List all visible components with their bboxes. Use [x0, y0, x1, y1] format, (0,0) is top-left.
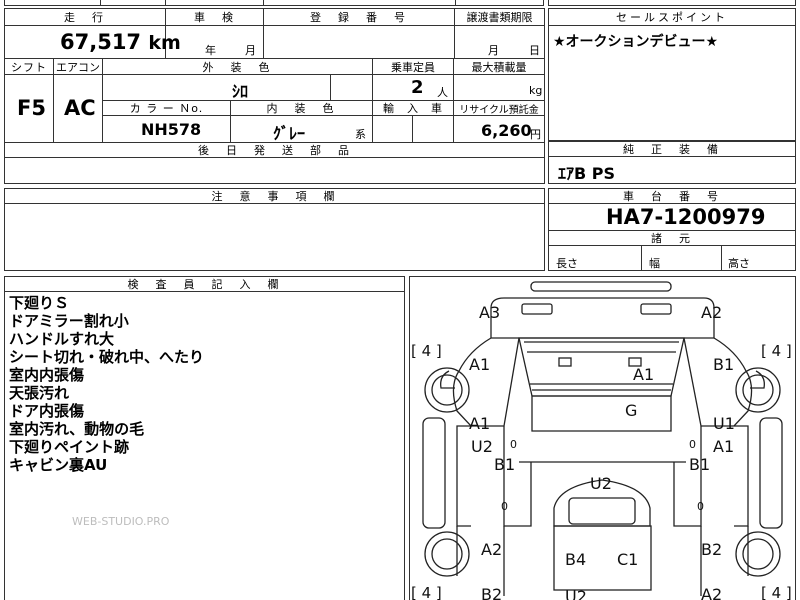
- damage-mark: U2: [471, 437, 493, 456]
- zero-mark: 0: [501, 500, 508, 513]
- inspection-month-unit: 月: [245, 44, 256, 57]
- damage-mark: U1: [713, 414, 735, 433]
- interior-suffix: 系: [355, 128, 366, 141]
- damage-mark: A1: [713, 437, 734, 456]
- inspector-notes-label: 検 査 員 記 入 欄: [5, 277, 404, 292]
- aircon-value: AC: [64, 96, 96, 120]
- exterior-color-label: 外 装 色: [103, 59, 372, 75]
- shift-label: シフト: [5, 59, 53, 75]
- mileage-label: 走 行: [5, 9, 165, 26]
- interior-color-value: ｸﾞﾚｰ: [273, 124, 306, 143]
- damage-mark: A1: [469, 414, 490, 433]
- transfer-month-unit: 月: [488, 44, 499, 57]
- mileage-unit: km: [148, 32, 181, 54]
- damage-mark: U2: [565, 587, 587, 600]
- damage-mark: A2: [701, 585, 722, 600]
- recycle-label: リサイクル預託金: [454, 101, 544, 116]
- sales-point-text: ★オークションデビュー★: [553, 34, 719, 50]
- import-label: 輸 入 車: [373, 101, 453, 116]
- inspector-note: ドア内張傷: [9, 402, 85, 420]
- tire-tread-right-front: [ 4 ]: [761, 342, 792, 360]
- damage-mark: A1: [633, 365, 654, 384]
- tire-tread-right-rear: [ 4 ]: [761, 584, 792, 600]
- max-load-unit: kg: [529, 84, 543, 97]
- zero-mark: 0: [510, 438, 517, 451]
- specs-label: 諸 元: [549, 231, 795, 246]
- transfer-deadline-label: 譲渡書類期限: [455, 9, 544, 26]
- damage-mark: B1: [713, 355, 734, 374]
- sales-point-box: [548, 8, 796, 141]
- notes-label: 注 意 事 項 欄: [5, 189, 544, 204]
- transfer-day-unit: 日: [529, 44, 540, 57]
- chassis-label: 車 台 番 号: [549, 189, 795, 204]
- length-label: 長さ: [556, 257, 578, 270]
- later-shipped-parts-label: 後 日 発 送 部 品: [5, 143, 545, 158]
- inspector-note: 室内汚れ、動物の毛: [9, 420, 145, 438]
- damage-mark: A3: [479, 303, 500, 322]
- inspector-note: 室内内張傷: [9, 366, 85, 384]
- height-label: 高さ: [728, 257, 750, 270]
- genuine-equipment-value: ｴｱB PS: [558, 164, 616, 183]
- damage-mark: G: [625, 401, 637, 420]
- genuine-equipment-label: 純 正 装 備: [549, 142, 795, 157]
- capacity-label: 乗車定員: [373, 59, 453, 75]
- damage-mark: A2: [481, 540, 502, 559]
- registration-label: 登 録 番 号: [264, 9, 454, 26]
- shift-value: F5: [17, 96, 46, 120]
- width-label: 幅: [649, 257, 660, 270]
- inspector-notes-list: 下廻りＳ ドアミラー割れ小 ハンドルすれ大 シート切れ・破れ中、へたり 室内内張…: [9, 294, 204, 474]
- recycle-value: 6,260: [481, 121, 532, 140]
- zero-mark: 0: [689, 438, 696, 451]
- damage-mark: B2: [481, 585, 502, 600]
- inspector-note: 下廻りペイント跡: [9, 438, 130, 456]
- damage-mark: B4: [565, 550, 586, 569]
- watermark: WEB-STUDIO.PRO: [72, 515, 170, 528]
- zero-mark: 0: [697, 500, 704, 513]
- inspector-note: 下廻りＳ: [9, 294, 70, 312]
- mileage-value: 67,517 km: [60, 30, 181, 54]
- damage-mark: A1: [469, 355, 490, 374]
- capacity-value: 2: [411, 77, 424, 98]
- capacity-unit: 人: [437, 86, 448, 99]
- inspector-note: シート切れ・破れ中、へたり: [9, 348, 205, 366]
- sales-point-label: セールスポイント: [549, 9, 795, 26]
- damage-mark: B1: [689, 455, 710, 474]
- damage-mark: U2: [590, 474, 612, 493]
- damage-mark: C1: [617, 550, 638, 569]
- tire-tread-left-rear: [ 4 ]: [411, 584, 442, 600]
- inspector-note: 天張汚れ: [9, 384, 70, 402]
- inspection-year-unit: 年: [205, 44, 216, 57]
- top-cropped-strip: [4, 0, 544, 6]
- recycle-unit: 円: [530, 128, 541, 141]
- inspector-note: キャビン裏AU: [9, 456, 108, 474]
- tire-tread-left-front: [ 4 ]: [411, 342, 442, 360]
- damage-mark: B1: [494, 455, 515, 474]
- truck-diagram: A3 A2 A1 A1 B1 G A1 U2 B1 U1 A1 B1 U2 A2…: [411, 281, 792, 600]
- inspector-note: ハンドルすれ大: [9, 330, 115, 348]
- aircon-label: エアコン: [54, 60, 102, 75]
- inspection-label: 車 検: [166, 9, 264, 26]
- color-no-label: カ ラ ー Ｎo.: [103, 101, 230, 116]
- interior-color-label: 内 装 色: [231, 101, 372, 116]
- max-load-label: 最大積載量: [454, 59, 544, 75]
- chassis-number-value: HA7-1200979: [606, 205, 766, 229]
- color-no-value: NH578: [141, 120, 202, 139]
- exterior-color-value: ｼﾛ: [232, 82, 249, 101]
- damage-mark: A2: [701, 303, 722, 322]
- damage-mark: B2: [701, 540, 722, 559]
- inspector-note: ドアミラー割れ小: [9, 312, 129, 330]
